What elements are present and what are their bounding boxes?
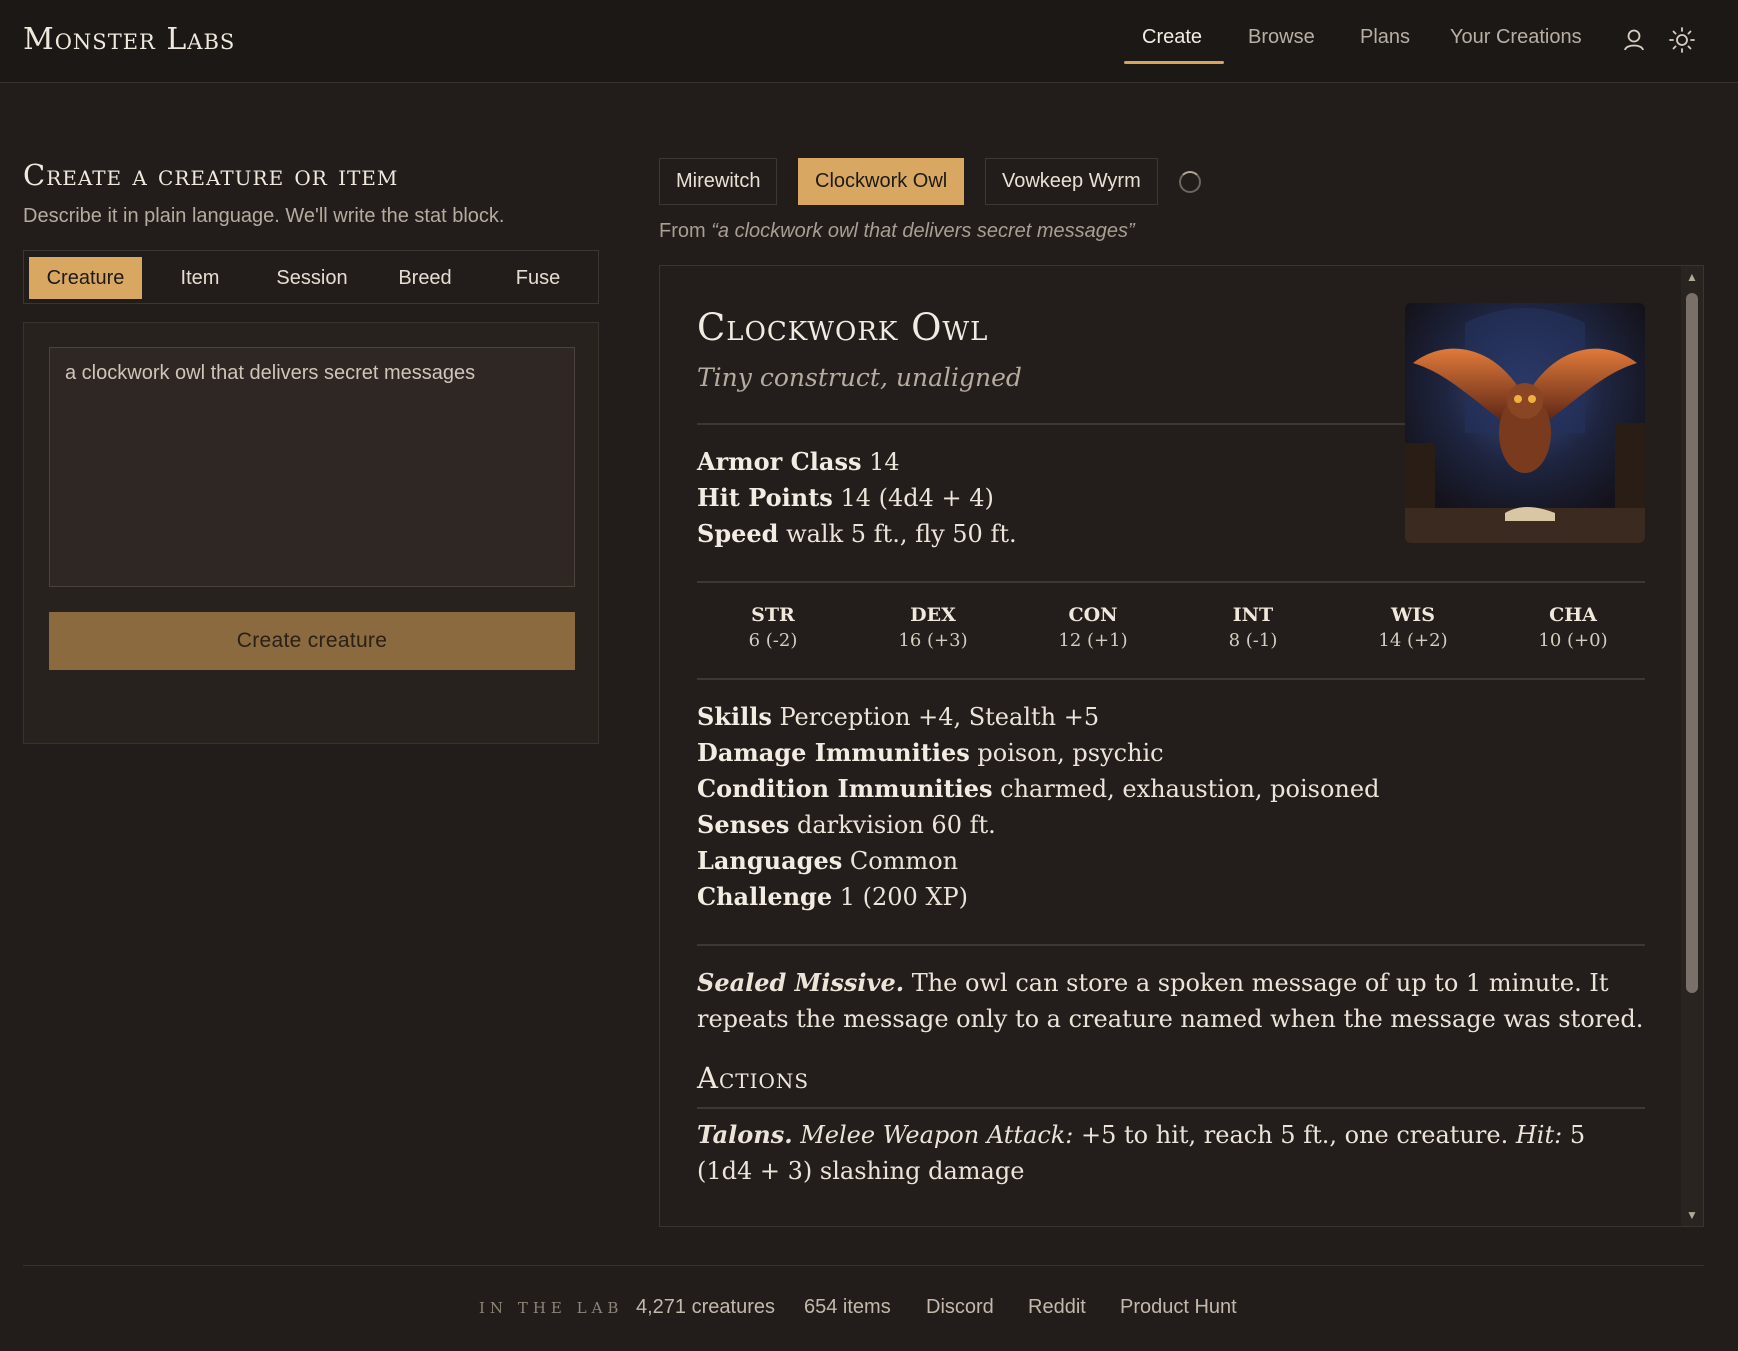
creation-tab-vowkeep-wyrm[interactable]: Vowkeep Wyrm <box>985 158 1158 205</box>
mode-tabs: Creature Item Session Breed Fuse <box>23 250 599 304</box>
skills-label: Skills <box>697 702 772 731</box>
chevron-down-icon[interactable]: ▼ <box>1685 1208 1699 1222</box>
stat-scrollbar[interactable]: ▲ ▼ <box>1681 266 1703 1226</box>
ability-value: 14 (+2) <box>1378 630 1448 651</box>
from-quote: “a clockwork owl that delivers secret me… <box>711 220 1135 242</box>
trait-name: Sealed Missive. <box>697 968 905 997</box>
ac-label: Armor Class <box>697 447 862 476</box>
condition-immunities-value: charmed, exhaustion, poisoned <box>1000 775 1380 803</box>
action-name: Talons. <box>697 1120 793 1149</box>
ability-value: 6 (-2) <box>748 630 798 651</box>
divider <box>697 944 1645 946</box>
top-bar: Monster Labs Create Browse Plans Your Cr… <box>0 0 1738 83</box>
condition-immunities-label: Condition Immunities <box>697 774 993 803</box>
monster-type: Tiny construct, unaligned <box>697 363 1022 392</box>
armor-class-line: Armor Class 14 <box>697 447 900 476</box>
divider <box>697 678 1645 680</box>
create-panel: a clockwork owl that delivers secret mes… <box>23 322 599 744</box>
divider <box>697 581 1645 583</box>
languages-label: Languages <box>697 846 843 875</box>
ability-label: CHA <box>1549 604 1597 626</box>
stat-block: Clockwork Owl Tiny construct, unaligned <box>659 265 1704 1227</box>
actions-heading: Actions <box>697 1061 810 1095</box>
nav-create[interactable]: Create <box>1142 26 1202 49</box>
ability-dex: DEX 16 (+3) <box>853 604 1013 651</box>
tab-fuse[interactable]: Fuse <box>483 257 593 299</box>
nav-browse[interactable]: Browse <box>1248 26 1315 49</box>
hp-label: Hit Points <box>697 483 833 512</box>
tab-creature[interactable]: Creature <box>29 257 142 299</box>
damage-immunities-line: Damage Immunities poison, psychic <box>697 738 1164 767</box>
ability-con: CON 12 (+1) <box>1013 604 1173 651</box>
challenge-label: Challenge <box>697 882 833 911</box>
languages-value: Common <box>849 847 959 875</box>
creation-tab-mirewitch[interactable]: Mirewitch <box>659 158 778 205</box>
ability-cha: CHA 10 (+0) <box>1493 604 1653 651</box>
nav-plans[interactable]: Plans <box>1360 26 1410 49</box>
ability-label: WIS <box>1391 604 1435 626</box>
ability-value: 10 (+0) <box>1538 630 1608 651</box>
condition-immunities-line: Condition Immunities charmed, exhaustion… <box>697 774 1379 803</box>
ability-value: 8 (-1) <box>1228 630 1278 651</box>
brand-logo[interactable]: Monster Labs <box>23 22 235 57</box>
speed-label: Speed <box>697 519 779 548</box>
chevron-up-icon[interactable]: ▲ <box>1685 270 1699 284</box>
action-type: Melee Weapon Attack: <box>800 1121 1074 1149</box>
monster-portrait <box>1405 303 1645 543</box>
skills-value: Perception +4, Stealth +5 <box>779 703 1100 731</box>
create-creature-button[interactable]: Create creature <box>49 612 575 670</box>
from-label: From <box>659 220 706 242</box>
divider <box>697 1107 1645 1109</box>
ability-value: 16 (+3) <box>898 630 968 651</box>
prompt-textarea[interactable]: a clockwork owl that delivers secret mes… <box>49 347 575 587</box>
senses-line: Senses darkvision 60 ft. <box>697 810 996 839</box>
nav-active-indicator <box>1124 61 1224 64</box>
tab-breed[interactable]: Breed <box>370 257 480 299</box>
scroll-thumb[interactable] <box>1686 293 1698 993</box>
speed-line: Speed walk 5 ft., fly 50 ft. <box>697 519 1017 548</box>
footer-items-count: 654 items <box>804 1296 891 1318</box>
loading-spinner-icon <box>1179 171 1201 193</box>
action-text: +5 to hit, reach 5 ft., one creature. <box>1081 1121 1509 1149</box>
footer-lab-label: IN THE LAB <box>479 1299 624 1317</box>
damage-immunities-value: poison, psychic <box>977 739 1164 767</box>
monster-name: Clockwork Owl <box>697 306 989 349</box>
footer-link-reddit[interactable]: Reddit <box>1028 1296 1086 1319</box>
skills-line: Skills Perception +4, Stealth +5 <box>697 702 1099 731</box>
ability-value: 12 (+1) <box>1058 630 1128 651</box>
nav-your-creations[interactable]: Your Creations <box>1450 26 1582 49</box>
action-talons: Talons. Melee Weapon Attack: +5 to hit, … <box>697 1117 1647 1189</box>
user-icon[interactable] <box>1620 26 1648 54</box>
hit-points-line: Hit Points 14 (4d4 + 4) <box>697 483 994 512</box>
tab-session[interactable]: Session <box>257 257 367 299</box>
footer-creatures-count: 4,271 creatures <box>636 1296 775 1318</box>
challenge-value: 1 (200 XP) <box>839 883 969 911</box>
ac-value: 14 <box>869 448 900 476</box>
ability-label: CON <box>1068 604 1118 626</box>
hp-value: 14 (4d4 + 4) <box>840 484 994 512</box>
tab-item[interactable]: Item <box>145 257 255 299</box>
senses-label: Senses <box>697 810 790 839</box>
trait-sealed-missive: Sealed Missive. The owl can store a spok… <box>697 965 1647 1037</box>
ability-int: INT 8 (-1) <box>1173 604 1333 651</box>
sun-icon[interactable] <box>1668 26 1696 54</box>
create-title: Create a creature or item <box>23 158 399 192</box>
ability-label: INT <box>1232 604 1274 626</box>
ability-label: STR <box>751 604 795 626</box>
footer-link-product-hunt[interactable]: Product Hunt <box>1120 1296 1237 1319</box>
languages-line: Languages Common <box>697 846 958 875</box>
source-prompt-line: From “a clockwork owl that delivers secr… <box>659 220 1135 243</box>
ability-str: STR 6 (-2) <box>693 604 853 651</box>
creation-tab-clockwork-owl[interactable]: Clockwork Owl <box>798 158 965 205</box>
speed-value: walk 5 ft., fly 50 ft. <box>786 520 1017 548</box>
footer-link-discord[interactable]: Discord <box>926 1296 994 1319</box>
challenge-line: Challenge 1 (200 XP) <box>697 882 968 911</box>
ability-label: DEX <box>910 604 956 626</box>
action-hit-label: Hit: <box>1515 1121 1563 1149</box>
senses-value: darkvision 60 ft. <box>796 811 996 839</box>
create-subtitle: Describe it in plain language. We'll wri… <box>23 205 505 227</box>
footer-divider <box>23 1265 1704 1266</box>
damage-immunities-label: Damage Immunities <box>697 738 970 767</box>
ability-wis: WIS 14 (+2) <box>1333 604 1493 651</box>
